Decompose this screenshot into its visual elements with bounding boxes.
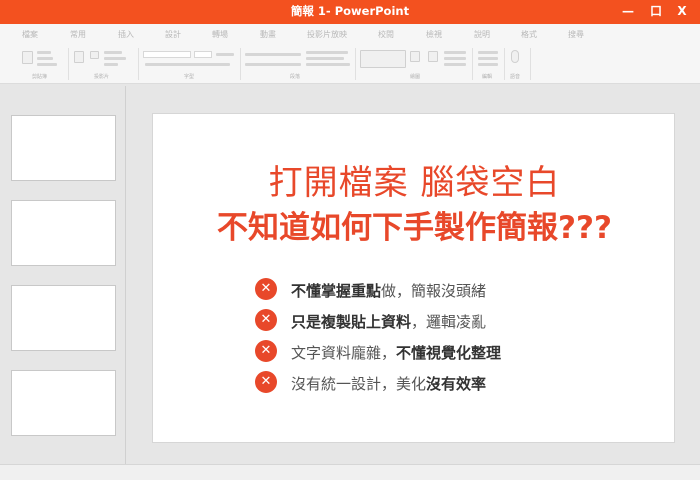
window-title: 簡報 1- PowerPoint — [290, 4, 410, 18]
ribbon-groups: 剪貼簿 投影片 字型 段落 繪圖 編輯 語音 — [0, 46, 700, 84]
copy-icon[interactable] — [37, 57, 53, 60]
font-grow-shrink-icon[interactable] — [216, 53, 234, 56]
format-painter-icon[interactable] — [37, 63, 57, 66]
shape-outline-icon[interactable] — [444, 57, 466, 60]
tab-file[interactable]: 檔案 — [22, 29, 38, 40]
ribbon-tabs: 檔案 常用 插入 設計 轉場 動畫 投影片放映 校閱 檢視 說明 格式 搜尋 — [0, 24, 700, 46]
tab-review[interactable]: 校閱 — [378, 29, 394, 40]
group-label-font: 字型 — [184, 74, 195, 80]
close-button[interactable]: X — [670, 1, 694, 23]
slide-thumbnail[interactable] — [11, 370, 116, 436]
select-icon[interactable] — [478, 63, 498, 66]
group-label-paragraph: 段落 — [290, 74, 301, 80]
microphone-icon[interactable] — [511, 50, 519, 63]
title-bar: 簡報 1- PowerPoint — 口 X — [0, 0, 700, 24]
font-name-select[interactable] — [143, 51, 191, 58]
restore-button[interactable]: 口 — [644, 1, 668, 23]
slide-title-line1[interactable]: 打開檔案 腦袋空白 — [153, 155, 676, 204]
group-divider — [138, 48, 139, 80]
section-icon[interactable] — [104, 57, 126, 60]
group-label-voice: 語音 — [510, 74, 521, 80]
list-buttons[interactable] — [245, 53, 301, 56]
quick-styles-icon[interactable] — [428, 51, 438, 62]
tab-format[interactable]: 格式 — [521, 29, 537, 40]
slide-canvas[interactable]: 打開檔案 腦袋空白 不知道如何下手製作簡報??? ✕ 不懂掌握重點做，簡報沒頭緒… — [152, 113, 675, 443]
paste-icon[interactable] — [22, 51, 33, 64]
minimize-button[interactable]: — — [616, 1, 640, 23]
bullet-normal-text: ，邏輯凌亂 — [411, 313, 487, 331]
smartart-icon[interactable] — [306, 63, 350, 66]
x-circle-icon: ✕ — [255, 340, 277, 362]
find-icon[interactable] — [478, 51, 498, 54]
reset-icon[interactable] — [104, 51, 122, 54]
group-label-editing: 編輯 — [482, 74, 493, 80]
tab-help[interactable]: 說明 — [474, 29, 490, 40]
layout-icon[interactable] — [90, 51, 99, 59]
new-slide-icon[interactable] — [74, 51, 84, 63]
tab-insert[interactable]: 插入 — [118, 29, 134, 40]
group-divider — [240, 48, 241, 80]
tab-view[interactable]: 檢視 — [426, 29, 442, 40]
ribbon: 檔案 常用 插入 設計 轉場 動畫 投影片放映 校閱 檢視 說明 格式 搜尋 剪… — [0, 24, 700, 84]
slide-thumbnail-pane — [0, 86, 126, 464]
font-style-buttons[interactable] — [145, 63, 230, 66]
tab-animations[interactable]: 動畫 — [260, 29, 276, 40]
bullet-bold-text: 不懂視覺化整理 — [396, 344, 502, 362]
bullet-text: 沒有統一設計，美化沒有效率 — [291, 373, 486, 394]
slide-thumbnail[interactable] — [11, 200, 116, 266]
group-divider — [530, 48, 531, 80]
bullet-text: 文字資料龐雜，不懂視覺化整理 — [291, 342, 501, 363]
slide-thumbnail[interactable] — [11, 285, 116, 351]
shape-effects-icon[interactable] — [444, 63, 466, 66]
bullet-bold-text: 沒有效率 — [426, 375, 487, 393]
tab-home[interactable]: 常用 — [70, 29, 86, 40]
bullet-normal-text: 沒有統一設計，美化 — [291, 375, 427, 393]
bullet-text: 只是複製貼上資料，邏輯凌亂 — [291, 311, 486, 332]
text-direction-icon[interactable] — [306, 51, 348, 54]
status-bar — [0, 464, 700, 480]
group-label-slides: 投影片 — [94, 74, 110, 80]
align-text-icon[interactable] — [306, 57, 344, 60]
group-label-drawing: 繪圖 — [410, 74, 421, 80]
x-circle-icon: ✕ — [255, 371, 277, 393]
group-divider — [355, 48, 356, 80]
group-label-clipboard: 剪貼簿 — [32, 74, 48, 80]
bullet-bold-text: 只是複製貼上資料 — [291, 313, 412, 331]
tab-slideshow[interactable]: 投影片放映 — [307, 29, 347, 40]
bullet-normal-text: 文字資料龐雜， — [291, 344, 397, 362]
slide-title-line2[interactable]: 不知道如何下手製作簡報??? — [153, 202, 676, 247]
bullet-text: 不懂掌握重點做，簡報沒頭緒 — [291, 280, 486, 301]
tab-search[interactable]: 搜尋 — [568, 29, 584, 40]
replace-icon[interactable] — [478, 57, 498, 60]
bullet-normal-text: 做，簡報沒頭緒 — [381, 282, 487, 300]
shapes-gallery[interactable] — [360, 50, 406, 68]
group-divider — [472, 48, 473, 80]
x-circle-icon: ✕ — [255, 278, 277, 300]
tab-design[interactable]: 設計 — [165, 29, 181, 40]
reuse-slides-icon[interactable] — [104, 63, 118, 66]
tab-transitions[interactable]: 轉場 — [212, 29, 228, 40]
alignment-buttons[interactable] — [245, 63, 301, 66]
group-divider — [504, 48, 505, 80]
group-divider — [68, 48, 69, 80]
cut-icon[interactable] — [37, 51, 51, 54]
font-size-select[interactable] — [194, 51, 212, 58]
x-circle-icon: ✕ — [255, 309, 277, 331]
bullet-bold-text: 不懂掌握重點 — [291, 282, 382, 300]
arrange-icon[interactable] — [410, 51, 420, 62]
shape-fill-icon[interactable] — [444, 51, 466, 54]
slide-thumbnail[interactable] — [11, 115, 116, 181]
